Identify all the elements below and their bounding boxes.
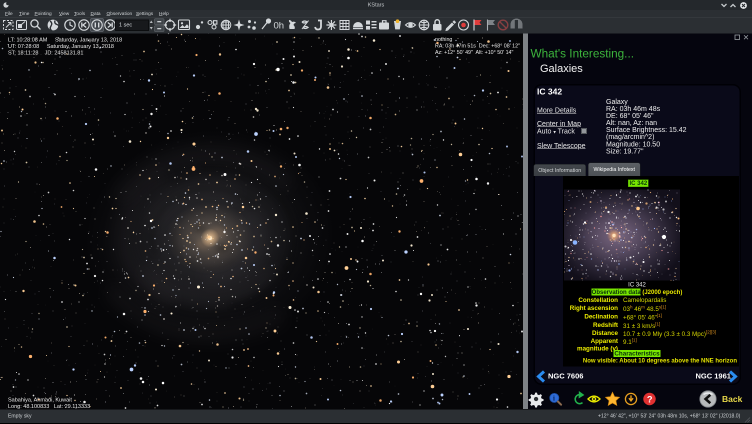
svg-text:?: ? <box>647 394 653 404</box>
svg-text:0h: 0h <box>274 20 285 31</box>
svg-text:Back: Back <box>722 394 743 404</box>
svg-text:i: i <box>553 394 555 403</box>
